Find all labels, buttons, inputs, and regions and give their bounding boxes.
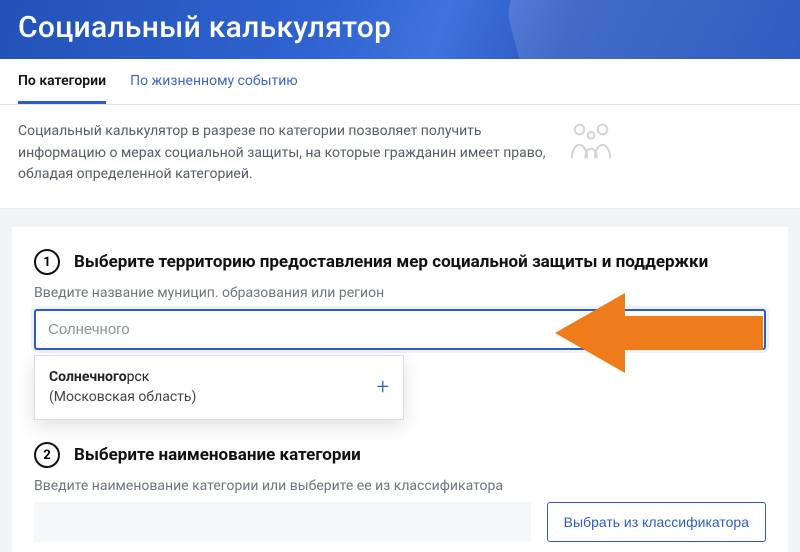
category-field-label: Введите наименование категории или выбер… bbox=[34, 478, 766, 494]
step-1-number: 1 bbox=[34, 249, 60, 275]
category-input[interactable] bbox=[34, 502, 531, 542]
territory-field-label: Введите название муницип. образования ил… bbox=[34, 285, 766, 301]
description-text: Социальный калькулятор в разрезе по кате… bbox=[18, 121, 548, 186]
step-1-header: 1 Выберите территорию предоставления мер… bbox=[34, 249, 766, 275]
step-2-number: 2 bbox=[34, 442, 60, 468]
territory-suggestions: Солнечногорск (Московская область) + bbox=[34, 355, 404, 420]
family-icon bbox=[568, 121, 614, 161]
tabs-bar: По категории По жизненному событию bbox=[0, 59, 800, 105]
description-block: Социальный калькулятор в разрезе по кате… bbox=[0, 105, 800, 209]
step-1-title: Выберите территорию предоставления мер с… bbox=[74, 252, 708, 272]
suggestion-rest: рск bbox=[127, 369, 150, 385]
tab-by-category[interactable]: По категории bbox=[18, 59, 106, 104]
step-2-title: Выберите наименование категории bbox=[74, 445, 361, 465]
suggestion-match: Солнечного bbox=[49, 369, 127, 385]
page-title: Социальный калькулятор bbox=[18, 10, 782, 45]
suggestion-item[interactable]: Солнечногорск (Московская область) + bbox=[35, 356, 403, 419]
suggestion-sub: (Московская область) bbox=[49, 389, 196, 405]
page-header: Социальный калькулятор bbox=[0, 0, 800, 59]
form-card: 1 Выберите территорию предоставления мер… bbox=[12, 227, 788, 552]
territory-input[interactable] bbox=[34, 309, 766, 350]
suggestion-text: Солнечногорск (Московская область) bbox=[49, 368, 196, 407]
tab-by-life-event[interactable]: По жизненному событию bbox=[130, 59, 298, 104]
plus-icon[interactable]: + bbox=[377, 377, 389, 399]
step-2-header: 2 Выберите наименование категории bbox=[34, 442, 766, 468]
choose-from-classifier-button[interactable]: Выбрать из классификатора bbox=[547, 502, 766, 542]
